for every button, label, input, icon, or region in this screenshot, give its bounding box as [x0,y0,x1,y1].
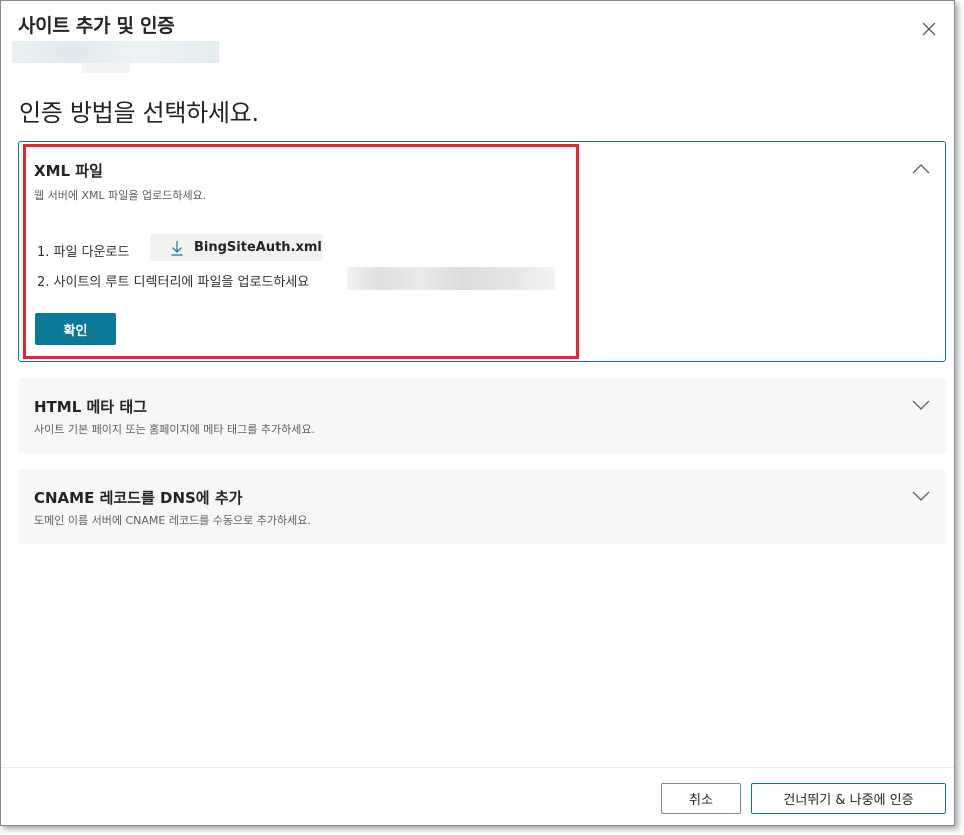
chevron-down-icon[interactable] [911,490,931,502]
dialog-title: 사이트 추가 및 인증 [18,15,175,37]
skip-verify-later-button[interactable]: 건너뛰기 & 나중에 인증 [751,783,946,814]
redacted-site-path [347,267,555,290]
method-html-meta-tag-description: 사이트 기본 페이지 또는 홈페이지에 메타 태그를 추가하세요. [34,423,315,436]
chevron-down-icon[interactable] [911,399,931,411]
step-upload-label: 2. 사이트의 루트 디렉터리에 파일을 업로드하세요 [37,275,310,290]
page-heading: 인증 방법을 선택하세요. [19,99,259,127]
method-xml-file-title: XML 파일 [34,162,103,180]
add-site-dialog: 사이트 추가 및 인증 인증 방법을 선택하세요. XML 파일 웹 서버에 X… [0,0,955,826]
footer-divider [1,767,954,768]
cancel-button[interactable]: 취소 [661,783,741,814]
method-xml-file-description: 웹 서버에 XML 파일을 업로드하세요. [34,189,207,202]
step-download-label: 1. 파일 다운로드 [37,245,130,260]
download-xml-button[interactable]: BingSiteAuth.xml [150,234,323,261]
close-button[interactable] [917,17,941,41]
download-icon [171,240,183,256]
confirm-button[interactable]: 확인 [35,313,116,345]
method-cname-panel[interactable]: CNAME 레코드를 DNS에 추가 도메인 이름 서버에 CNAME 레코드를… [18,469,946,544]
method-xml-file-panel: XML 파일 웹 서버에 XML 파일을 업로드하세요. 1. 파일 다운로드 … [18,141,946,362]
method-html-meta-tag-panel[interactable]: HTML 메타 태그 사이트 기본 페이지 또는 홈페이지에 메타 태그를 추가… [18,378,946,453]
redacted-site-url [12,41,219,73]
download-file-name: BingSiteAuth.xml [194,240,322,255]
method-cname-title: CNAME 레코드를 DNS에 추가 [34,489,243,507]
close-icon [922,22,936,36]
method-html-meta-tag-title: HTML 메타 태그 [34,398,147,416]
method-cname-description: 도메인 이름 서버에 CNAME 레코드를 수동으로 추가하세요. [34,514,311,527]
chevron-up-icon[interactable] [911,163,931,175]
